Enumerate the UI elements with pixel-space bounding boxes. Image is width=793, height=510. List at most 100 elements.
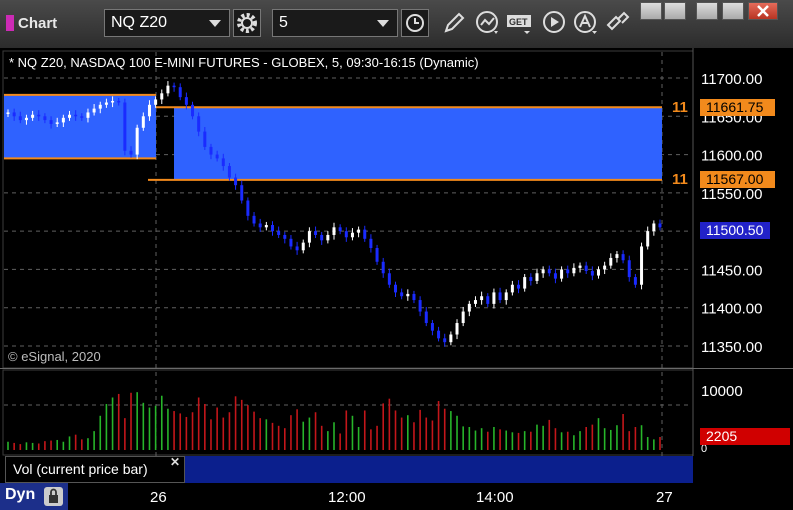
minimize-button[interactable] [696,2,718,20]
candle-body [584,265,588,271]
get-data-button[interactable]: GET [506,9,534,37]
candle-body [37,114,41,117]
alerts-button[interactable] [572,9,600,37]
toolbar: Chart NQ Z20 5 GET [0,0,793,48]
candle-body [357,229,361,233]
candle-body [437,330,441,339]
candle-body [529,277,533,281]
candle-body [31,114,35,118]
study-close-icon[interactable]: ✕ [170,455,180,469]
candle-body [178,87,182,98]
replay-button[interactable] [541,9,569,37]
time-tick: 12:00 [328,489,366,506]
candle-body [252,215,256,224]
draw-tool-button[interactable] [440,9,468,37]
candle-body [234,177,238,186]
candle-body [541,269,545,274]
candle-body [147,104,151,117]
candle-body [455,323,459,335]
symbol-dropdown[interactable]: NQ Z20 [104,9,230,37]
candle-body [480,296,484,301]
candle-body [166,85,170,94]
interval-dropdown[interactable]: 5 [272,9,398,37]
candle-body [350,232,354,238]
window-title: Chart [6,10,57,36]
candle-body [154,99,158,105]
candle-body [473,300,477,304]
candle-body [61,117,65,123]
candle-body [547,269,551,274]
link-button[interactable] [604,9,632,37]
candle-body [74,114,78,117]
candle-body [344,231,348,238]
window-menu-button[interactable] [640,2,662,20]
lock-icon[interactable] [44,487,63,506]
candle-body [572,267,576,274]
volume-axis-top: 10000 [701,383,743,400]
price-tick: 11600.00 [701,148,762,165]
candle-body [92,108,96,113]
volume-legend-bar [185,456,693,483]
candle-body [43,116,47,121]
candle-body [394,284,398,293]
candle-body [363,229,367,239]
price-tick: 11700.00 [701,71,762,88]
candle-body [135,127,139,155]
candle-body [49,120,53,124]
candle-body [307,231,311,243]
price-tick: 11450.00 [701,262,762,279]
candle-body [498,292,502,301]
close-icon [757,5,769,17]
candle-body [486,296,490,304]
gear-icon [237,13,257,33]
candle-body [566,269,570,274]
candle-body [590,270,594,276]
line-chart-icon [476,11,498,34]
candle-body [258,223,262,228]
maximize-button[interactable] [722,2,744,20]
candle-body [633,277,637,285]
candle-body [289,238,293,247]
candle-body [578,265,582,268]
candle-body [375,247,379,262]
clock-icon [406,14,424,32]
symbol-value: NQ Z20 [111,14,168,31]
settings-button[interactable] [233,9,261,37]
candle-body [424,311,428,324]
candle-body [535,273,539,281]
time-template-button[interactable] [401,9,429,37]
alert-icon [574,11,597,34]
upper-line-prefix: 11 [672,99,688,116]
candle-body [184,97,188,105]
candle-body [12,112,16,117]
close-button[interactable] [748,2,778,20]
candle-body [467,303,471,312]
candle-body [615,254,619,258]
candle-body [387,273,391,285]
candle-body [295,246,299,251]
candle-body [449,334,453,343]
candle-body [627,260,631,278]
pencil-icon [444,12,465,33]
candle-body [264,225,268,228]
restore-button[interactable] [664,2,686,20]
candle-body [203,131,207,147]
candle-body [98,104,102,109]
candle-body [24,117,28,121]
candle-body [86,112,90,118]
studies-button[interactable] [474,9,502,37]
prior-day-zone [4,94,156,159]
candle-body [412,293,416,301]
upper-line-tag: 11661.75 [700,99,775,116]
get-label: GET [509,17,528,27]
volume-study-legend[interactable]: Vol (current price bar) [5,456,185,483]
candle-body [320,234,324,241]
candle-body [523,277,527,289]
time-tick: 14:00 [476,489,514,506]
candle-body [603,265,607,270]
candle-body [215,154,219,159]
link-icon [606,11,630,31]
candle-body [55,122,59,124]
last-price-tag: 11500.50 [700,222,770,239]
candle-body [640,246,644,285]
